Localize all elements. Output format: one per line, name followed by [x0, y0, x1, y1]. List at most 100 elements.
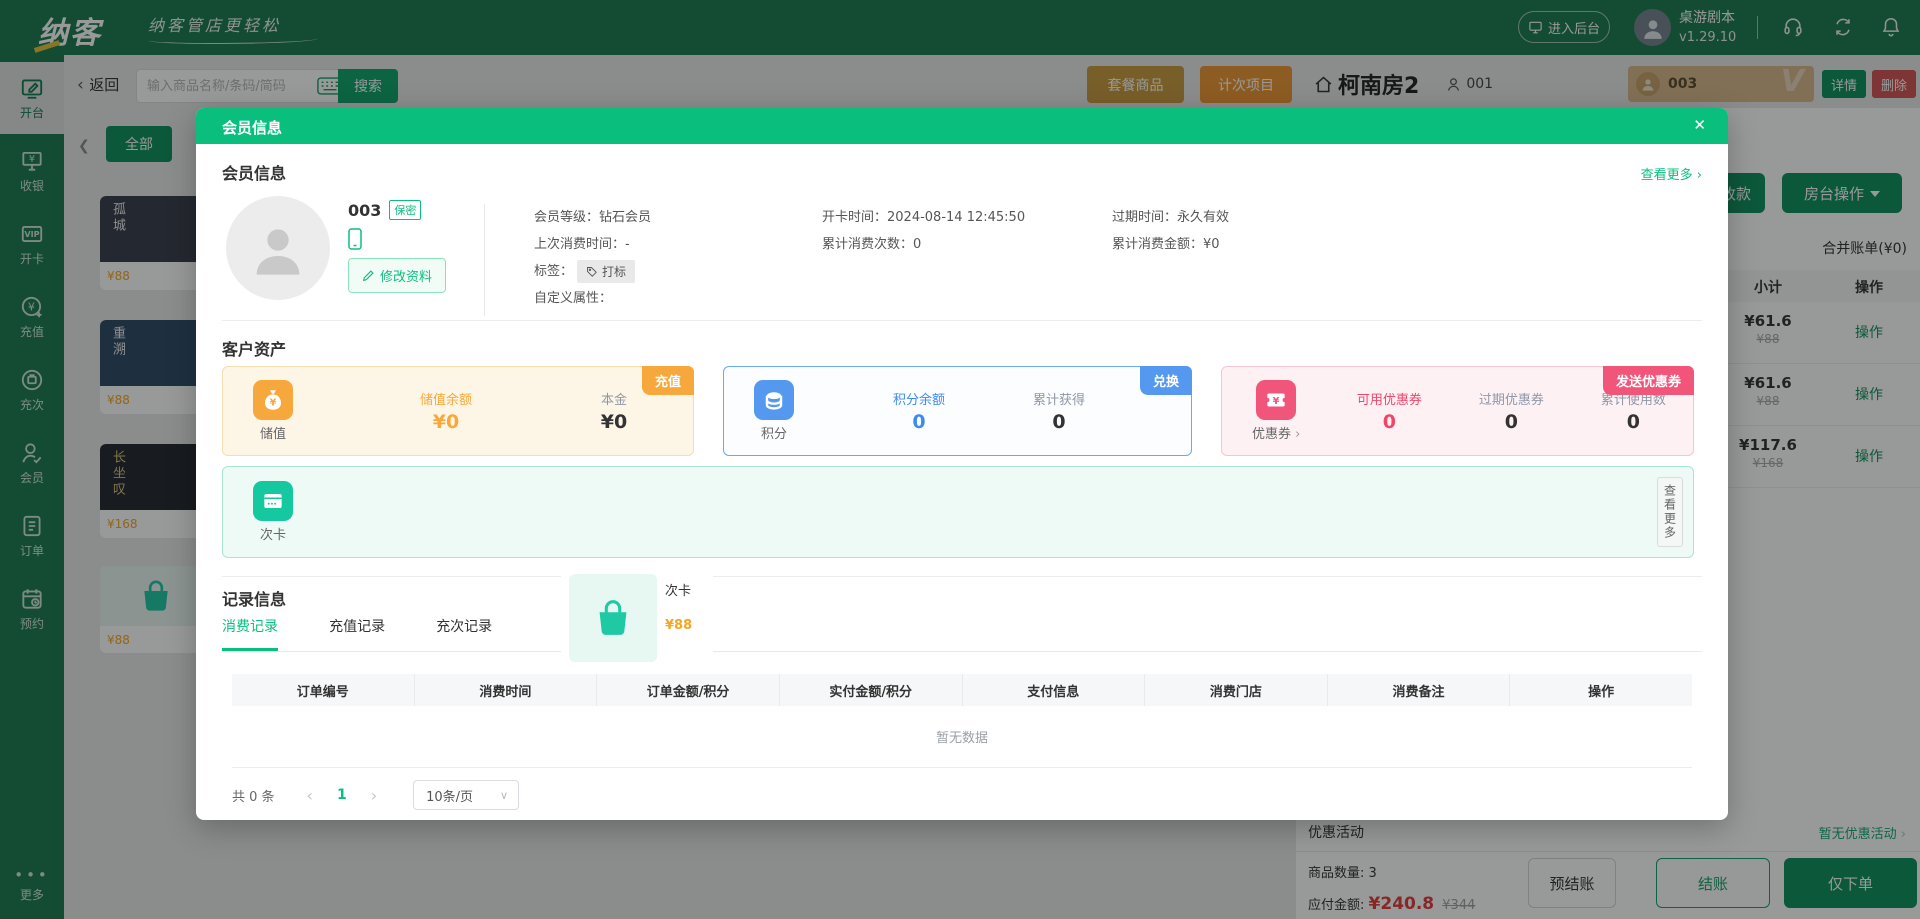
- member-info-col-2: 开卡时间：2024-08-14 12:45:50 累计消费次数：0: [822, 204, 1112, 258]
- next-page-icon[interactable]: [371, 786, 377, 805]
- tag-icon: [586, 266, 598, 278]
- col-payment-info: 支付信息: [963, 674, 1146, 706]
- points-card: 兑换 积分 积分余额 0 累计获得 0: [723, 366, 1192, 456]
- exchange-button[interactable]: 兑换: [1140, 366, 1192, 395]
- floating-product-card[interactable]: 次卡 ¥88: [561, 566, 713, 670]
- coupon-icon: ¥: [1256, 380, 1296, 420]
- times-card-icon: [253, 481, 293, 521]
- member-avatar: [226, 196, 330, 300]
- empty-state: 暂无数据: [232, 706, 1692, 768]
- member-name: 003: [348, 201, 381, 220]
- consume-count-label: 累计消费次数：: [822, 231, 913, 258]
- coupon-available-value: 0: [1330, 411, 1448, 433]
- tag-button-label: 打标: [602, 263, 626, 280]
- profile-divider: [484, 204, 485, 316]
- last-consume-value: -: [625, 231, 630, 258]
- level-value: 钻石会员: [599, 204, 651, 231]
- product-thumb: [569, 574, 657, 662]
- points-balance-value: 0: [854, 411, 984, 433]
- points-earned-label: 累计获得: [994, 389, 1124, 408]
- modal-header: 会员信息: [196, 108, 1728, 144]
- product-title: 次卡: [665, 580, 691, 599]
- coupon-available-stat: 可用优惠券 0: [1330, 389, 1448, 433]
- stored-icon-block: ¥ 储值: [253, 380, 293, 442]
- tab-times-records[interactable]: 充次记录: [436, 616, 492, 648]
- section-divider: [222, 320, 1702, 321]
- coupon-used-stat: 累计使用数 0: [1574, 389, 1692, 433]
- member-info-col-1: 会员等级：钻石会员 上次消费时间：- 标签： 打标 自定义属性：: [534, 204, 814, 312]
- records-table: 订单编号 消费时间 订单金额/积分 实付金额/积分 支付信息 消费门店 消费备注…: [232, 674, 1692, 768]
- member-name-row: 003 保密: [348, 200, 421, 220]
- send-coupon-button[interactable]: 发送优惠券: [1603, 366, 1694, 395]
- stored-balance-value: ¥0: [381, 411, 511, 433]
- edit-profile-button[interactable]: 修改资料: [348, 258, 446, 293]
- level-label: 会员等级：: [534, 204, 599, 231]
- assets-section-title: 客户资产: [222, 336, 286, 360]
- coupon-used-value: 0: [1574, 411, 1692, 433]
- section-divider: [222, 576, 1702, 577]
- pagination: 共 0 条 1 10条/页: [232, 780, 519, 810]
- points-balance-label: 积分余额: [854, 389, 984, 408]
- money-bag-icon: ¥: [253, 380, 293, 420]
- coupon-label[interactable]: 优惠券: [1252, 423, 1300, 442]
- col-remark: 消费备注: [1328, 674, 1511, 706]
- points-earned-stat: 累计获得 0: [994, 389, 1124, 433]
- times-card-view-more-button[interactable]: 查看更多: [1657, 477, 1683, 547]
- svg-text:¥: ¥: [270, 398, 277, 409]
- points-icon-block: 积分: [754, 380, 794, 442]
- edit-profile-label: 修改资料: [380, 266, 432, 285]
- points-balance-stat: 积分余额 0: [854, 389, 984, 433]
- person-icon: [246, 216, 310, 280]
- expire-value: 永久有效: [1177, 204, 1229, 231]
- stored-balance-label: 储值余额: [381, 389, 511, 408]
- last-consume-label: 上次消费时间：: [534, 231, 625, 258]
- member-info-modal: 会员信息 会员信息 查看更多 003 保密 修改资料 会员等级：钻石会员 上次消…: [196, 108, 1728, 820]
- stored-balance-stat: 储值余额 ¥0: [381, 389, 511, 433]
- privacy-badge: 保密: [389, 200, 421, 220]
- bag-icon: [590, 595, 636, 641]
- member-section-title: 会员信息: [222, 160, 286, 184]
- coupon-icon-block: ¥ 优惠券: [1252, 380, 1300, 442]
- coupon-expired-label: 过期优惠券: [1452, 389, 1570, 408]
- col-store: 消费门店: [1145, 674, 1328, 706]
- prev-page-icon[interactable]: [307, 786, 313, 805]
- points-label: 积分: [761, 423, 787, 442]
- records-table-header: 订单编号 消费时间 订单金额/积分 实付金额/积分 支付信息 消费门店 消费备注…: [232, 674, 1692, 706]
- times-card-icon-block: 次卡: [253, 481, 293, 543]
- principal-stat: 本金 ¥0: [549, 389, 679, 433]
- page-size-select[interactable]: 10条/页: [413, 780, 519, 810]
- app-screen: 纳客 纳客管店更轻松 进入后台 桌游剧本 v1.29.10 开台 ¥ 收银 VI…: [0, 0, 1920, 919]
- consume-count-value: 0: [913, 231, 921, 258]
- record-tabs: 消费记录 充值记录 充次记录: [222, 616, 1702, 652]
- col-order-amount: 订单金额/积分: [597, 674, 780, 706]
- col-consume-time: 消费时间: [415, 674, 598, 706]
- times-card-label: 次卡: [260, 524, 286, 543]
- stored-value-card: 充值 ¥ 储值 储值余额 ¥0 本金 ¥0: [222, 366, 694, 456]
- col-paid-amount: 实付金额/积分: [780, 674, 963, 706]
- times-card-panel: 次卡 查看更多: [222, 466, 1694, 558]
- stored-label: 储值: [260, 423, 286, 442]
- consume-amount-value: ¥0: [1203, 231, 1220, 258]
- page-size-value: 10条/页: [426, 786, 473, 805]
- tab-recharge-records[interactable]: 充值记录: [329, 616, 385, 648]
- consume-amount-label: 累计消费金额：: [1112, 231, 1203, 258]
- modal-title: 会员信息: [222, 117, 282, 138]
- coupon-card: 发送优惠券 ¥ 优惠券 可用优惠券 0 过期优惠券 0 累计使用数 0: [1221, 366, 1694, 456]
- tag-button[interactable]: 打标: [577, 260, 635, 283]
- records-section-title: 记录信息: [222, 586, 286, 610]
- expire-label: 过期时间：: [1112, 204, 1177, 231]
- tab-consume-records[interactable]: 消费记录: [222, 616, 278, 651]
- coins-icon: [754, 380, 794, 420]
- coupon-expired-stat: 过期优惠券 0: [1452, 389, 1570, 433]
- current-page[interactable]: 1: [337, 787, 347, 803]
- close-icon[interactable]: [1693, 116, 1706, 134]
- points-earned-value: 0: [994, 411, 1124, 433]
- tag-label: 标签：: [534, 258, 573, 285]
- svg-text:¥: ¥: [1273, 396, 1280, 407]
- member-view-more-link[interactable]: 查看更多: [1641, 164, 1702, 183]
- col-order-no: 订单编号: [232, 674, 415, 706]
- coupon-available-label: 可用优惠券: [1330, 389, 1448, 408]
- recharge-button[interactable]: 充值: [642, 366, 694, 395]
- total-count: 共 0 条: [232, 786, 275, 805]
- phone-icon: [348, 228, 362, 250]
